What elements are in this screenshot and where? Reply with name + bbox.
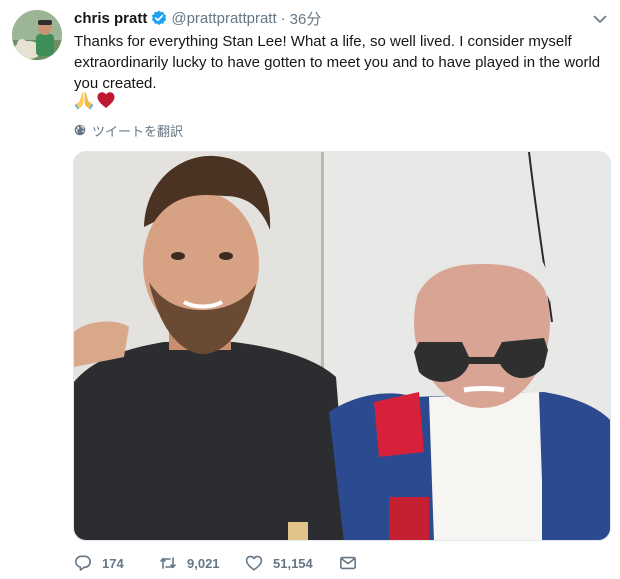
author-avatar[interactable]	[12, 10, 62, 60]
verified-badge-icon	[151, 10, 167, 26]
direct-message-button[interactable]	[339, 554, 367, 572]
envelope-icon	[339, 556, 356, 570]
tweet-photo[interactable]	[73, 151, 611, 541]
separator-dot: ·	[280, 9, 286, 27]
chevron-down-icon[interactable]	[591, 10, 609, 28]
reply-count: 174	[102, 555, 124, 571]
author-name[interactable]: chris pratt	[74, 10, 147, 27]
reply-button[interactable]: 174	[74, 554, 159, 572]
globe-icon	[74, 124, 86, 136]
tweet-actions: 174 9,021 51,154	[74, 552, 367, 574]
folded-hands-emoji	[74, 90, 94, 115]
author-handle[interactable]: @prattprattpratt	[171, 10, 276, 27]
retweet-button[interactable]: 9,021	[159, 554, 245, 572]
tweet-text: Thanks for everything Stan Lee! What a l…	[74, 33, 601, 92]
translate-label: ツイートを翻訳	[92, 123, 184, 139]
like-button[interactable]: 51,154	[245, 554, 339, 572]
like-count: 51,154	[273, 555, 313, 571]
heart-icon	[245, 555, 263, 571]
translate-tweet-link[interactable]: ツイートを翻訳	[74, 122, 184, 139]
tweet-header: chris pratt @prattprattpratt · 36分	[74, 8, 321, 28]
tweet-emoji-row	[74, 90, 116, 115]
reply-icon	[75, 555, 91, 571]
tweet-timestamp[interactable]: 36分	[290, 8, 322, 29]
retweet-icon	[160, 557, 176, 569]
retweet-count: 9,021	[187, 555, 220, 571]
red-heart-emoji	[96, 90, 116, 115]
